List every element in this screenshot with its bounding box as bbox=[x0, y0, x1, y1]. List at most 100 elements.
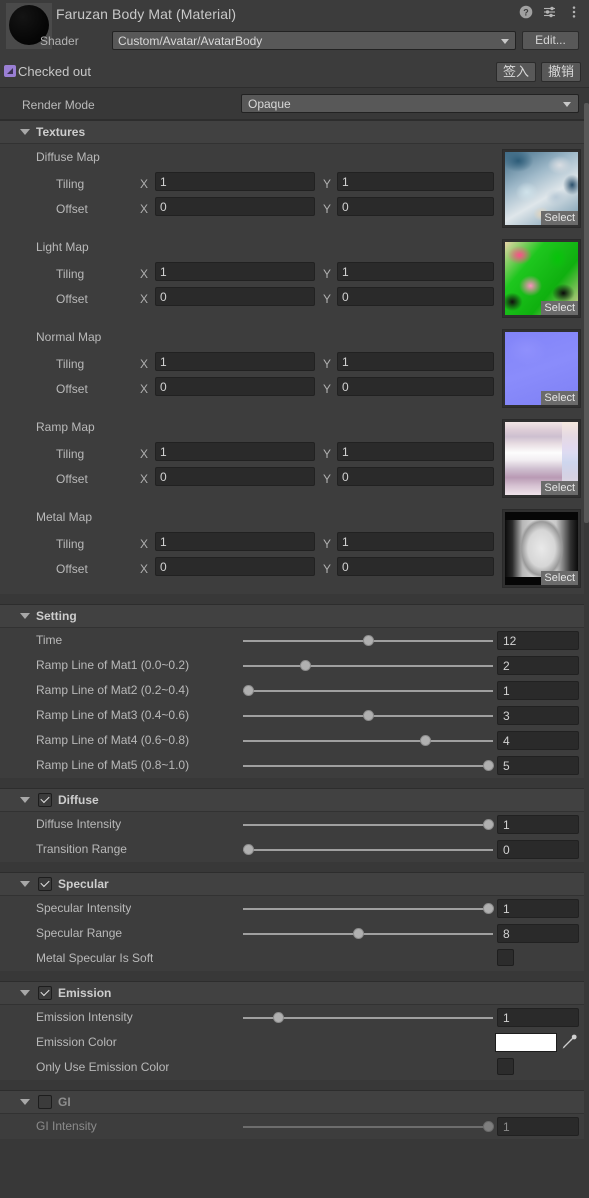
texture-thumbnail[interactable]: Select bbox=[502, 329, 581, 408]
preset-icon[interactable] bbox=[543, 5, 557, 19]
select-texture-button[interactable]: Select bbox=[541, 211, 578, 225]
offset-y-input[interactable]: 0 bbox=[337, 287, 494, 306]
slider-knob[interactable] bbox=[242, 685, 254, 696]
more-menu-icon[interactable] bbox=[567, 5, 581, 19]
property-slider[interactable] bbox=[243, 903, 494, 914]
vertical-scrollbar[interactable] bbox=[584, 103, 589, 1198]
slider-knob[interactable] bbox=[482, 819, 494, 830]
property-value-input[interactable]: 0 bbox=[497, 840, 579, 859]
slider-knob[interactable] bbox=[482, 1121, 494, 1132]
slider-knob[interactable] bbox=[482, 903, 494, 914]
tiling-x-input[interactable]: 1 bbox=[155, 172, 315, 191]
select-texture-button[interactable]: Select bbox=[541, 391, 578, 405]
emission-enable-checkbox[interactable] bbox=[38, 986, 52, 1000]
property-value-input[interactable]: 8 bbox=[497, 924, 579, 943]
eyedropper-icon[interactable] bbox=[559, 1033, 579, 1052]
offset-y-input[interactable]: 0 bbox=[337, 557, 494, 576]
group-header-gi[interactable]: GI bbox=[0, 1090, 589, 1114]
edit-shader-button[interactable]: Edit... bbox=[522, 31, 579, 50]
tiling-x-input[interactable]: 1 bbox=[155, 352, 315, 371]
group-header-textures[interactable]: Textures bbox=[0, 120, 589, 144]
select-texture-button[interactable]: Select bbox=[541, 571, 578, 585]
select-texture-button[interactable]: Select bbox=[541, 481, 578, 495]
checkin-button[interactable]: 签入 bbox=[495, 62, 536, 82]
property-slider[interactable] bbox=[243, 660, 493, 671]
property-value-input[interactable]: 1 bbox=[497, 899, 579, 918]
property-value-input[interactable]: 1 bbox=[497, 681, 579, 700]
property-value-input[interactable]: 12 bbox=[497, 631, 579, 650]
render-mode-dropdown[interactable]: Opaque bbox=[241, 94, 579, 113]
property-value-input[interactable]: 1 bbox=[497, 1117, 579, 1136]
property-slider[interactable] bbox=[243, 928, 493, 939]
slider-knob[interactable] bbox=[362, 635, 374, 646]
slider-knob[interactable] bbox=[272, 1012, 284, 1023]
offset-y-input[interactable]: 0 bbox=[337, 377, 494, 396]
property-row: GI Intensity 1 bbox=[0, 1114, 589, 1139]
offset-x-input[interactable]: 0 bbox=[155, 287, 315, 306]
property-value-input[interactable]: 1 bbox=[497, 1008, 579, 1027]
property-slider[interactable] bbox=[243, 635, 493, 646]
property-slider[interactable] bbox=[243, 819, 494, 830]
property-value-input[interactable]: 1 bbox=[497, 815, 579, 834]
revert-button[interactable]: 撤销 bbox=[540, 62, 581, 82]
select-texture-button[interactable]: Select bbox=[541, 301, 578, 315]
offset-x-input[interactable]: 0 bbox=[155, 557, 315, 576]
tiling-x-input[interactable]: 1 bbox=[155, 442, 315, 461]
offset-x-input[interactable]: 0 bbox=[155, 197, 315, 216]
slider-knob[interactable] bbox=[420, 735, 431, 746]
group-header-setting[interactable]: Setting bbox=[0, 604, 589, 628]
property-value-input[interactable]: 4 bbox=[497, 731, 579, 750]
group-header-emission[interactable]: Emission bbox=[0, 981, 589, 1005]
foldout-arrow-icon[interactable] bbox=[20, 129, 30, 135]
gi-enable-checkbox[interactable] bbox=[38, 1095, 52, 1109]
property-slider[interactable] bbox=[243, 1012, 493, 1023]
shader-dropdown[interactable]: Custom/Avatar/AvatarBody bbox=[112, 31, 516, 50]
tiling-x-input[interactable]: 1 bbox=[155, 532, 315, 551]
scrollbar-thumb[interactable] bbox=[584, 103, 589, 523]
property-slider[interactable] bbox=[242, 685, 493, 696]
slider-knob[interactable] bbox=[300, 660, 311, 671]
property-checkbox[interactable] bbox=[497, 949, 514, 966]
property-value-input[interactable]: 3 bbox=[497, 706, 579, 725]
tiling-y-input[interactable]: 1 bbox=[337, 352, 494, 371]
tiling-y-input[interactable]: 1 bbox=[337, 262, 494, 281]
offset-y-input[interactable]: 0 bbox=[337, 467, 494, 486]
emission-color-swatch[interactable] bbox=[495, 1033, 557, 1052]
slider-knob[interactable] bbox=[362, 710, 374, 721]
group-header-specular[interactable]: Specular bbox=[0, 872, 589, 896]
property-checkbox[interactable] bbox=[497, 1058, 514, 1075]
tiling-y-input[interactable]: 1 bbox=[337, 532, 494, 551]
slider-knob[interactable] bbox=[482, 760, 494, 771]
tiling-y-input[interactable]: 1 bbox=[337, 442, 494, 461]
foldout-arrow-icon[interactable] bbox=[20, 881, 30, 887]
property-slider[interactable] bbox=[242, 844, 493, 855]
slider-knob[interactable] bbox=[242, 844, 254, 855]
group-header-diffuse[interactable]: Diffuse bbox=[0, 788, 589, 812]
foldout-arrow-icon[interactable] bbox=[20, 990, 30, 996]
property-value-input[interactable]: 5 bbox=[497, 756, 579, 775]
texture-block: Diffuse Map Tiling X 1 Y 1 Offset X 0 Y 0 Select bbox=[0, 144, 589, 234]
foldout-arrow-icon[interactable] bbox=[20, 797, 30, 803]
texture-thumbnail[interactable]: Select bbox=[502, 149, 581, 228]
texture-thumbnail[interactable]: Select bbox=[502, 509, 581, 588]
tiling-x-input[interactable]: 1 bbox=[155, 262, 315, 281]
tiling-y-input[interactable]: 1 bbox=[337, 172, 494, 191]
property-slider[interactable] bbox=[243, 760, 494, 771]
help-icon[interactable]: ? bbox=[519, 5, 533, 19]
checked-out-icon bbox=[4, 65, 16, 77]
offset-x-input[interactable]: 0 bbox=[155, 467, 315, 486]
property-row: Specular Range 8 bbox=[0, 921, 589, 946]
diffuse-enable-checkbox[interactable] bbox=[38, 793, 52, 807]
offset-x-input[interactable]: 0 bbox=[155, 377, 315, 396]
texture-thumbnail[interactable]: Select bbox=[502, 419, 581, 498]
foldout-arrow-icon[interactable] bbox=[20, 613, 30, 619]
property-slider[interactable] bbox=[243, 735, 493, 746]
property-value-input[interactable]: 2 bbox=[497, 656, 579, 675]
specular-enable-checkbox[interactable] bbox=[38, 877, 52, 891]
offset-y-input[interactable]: 0 bbox=[337, 197, 494, 216]
property-slider[interactable] bbox=[243, 710, 493, 721]
slider-knob[interactable] bbox=[352, 928, 364, 939]
property-slider[interactable] bbox=[243, 1121, 494, 1132]
foldout-arrow-icon[interactable] bbox=[20, 1099, 30, 1105]
texture-thumbnail[interactable]: Select bbox=[502, 239, 581, 318]
